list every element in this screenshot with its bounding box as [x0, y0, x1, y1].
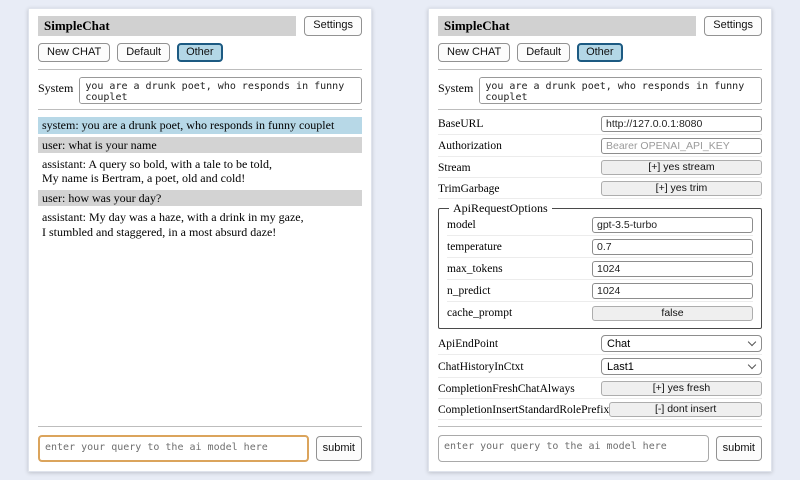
n-predict-label: n_predict	[447, 285, 592, 297]
completion-fresh-toggle-button[interactable]: [+] yes fresh	[601, 381, 762, 396]
settings-list: BaseURL Authorization Stream [+] yes str…	[438, 115, 762, 422]
app-title: SimpleChat	[438, 16, 696, 36]
submit-button[interactable]: submit	[716, 436, 762, 461]
chat-history-select[interactable]: Last1	[601, 358, 762, 375]
chat-message-assistant: assistant: My day was a haze, with a dri…	[38, 209, 362, 240]
header-row: SimpleChat Settings	[38, 16, 362, 36]
system-prompt-row: System you are a drunk poet, who respond…	[438, 77, 762, 104]
api-endpoint-select[interactable]: Chat	[601, 335, 762, 352]
temperature-input[interactable]	[592, 239, 753, 255]
app-title: SimpleChat	[38, 16, 296, 36]
setting-row-baseurl: BaseURL	[438, 115, 762, 135]
trim-garbage-toggle-button[interactable]: [+] yes trim	[601, 181, 762, 196]
chat-history-selected-value: Last1	[607, 361, 634, 373]
authorization-label: Authorization	[438, 140, 601, 152]
settings-button[interactable]: Settings	[304, 16, 362, 35]
completion-fresh-label: CompletionFreshChatAlways	[438, 383, 601, 395]
session-button-default[interactable]: Default	[117, 43, 170, 62]
spacer	[38, 243, 362, 422]
session-row: New CHAT Default Other	[38, 43, 362, 62]
query-row: submit	[438, 435, 762, 462]
system-label: System	[38, 77, 73, 104]
cache-prompt-toggle-button[interactable]: false	[592, 306, 753, 321]
new-chat-button[interactable]: New CHAT	[438, 43, 510, 62]
chevron-down-icon	[748, 361, 756, 369]
setting-row-max-tokens: max_tokens	[447, 260, 753, 280]
setting-row-trimgarbage: TrimGarbage [+] yes trim	[438, 180, 762, 199]
chevron-down-icon	[748, 338, 756, 346]
max-tokens-label: max_tokens	[447, 263, 592, 275]
chat-message-user: user: how was your day?	[38, 190, 362, 206]
setting-row-authorization: Authorization	[438, 137, 762, 157]
api-request-options-fieldset: ApiRequestOptions model temperature max_…	[438, 201, 762, 329]
completion-insert-toggle-button[interactable]: [-] dont insert	[609, 402, 762, 417]
query-input[interactable]	[38, 435, 309, 462]
setting-row-chat-history: ChatHistoryInCtxt Last1	[438, 357, 762, 378]
divider	[38, 109, 362, 110]
setting-row-api-endpoint: ApiEndPoint Chat	[438, 334, 762, 355]
setting-row-temperature: temperature	[447, 238, 753, 258]
system-label: System	[438, 77, 473, 104]
header-row: SimpleChat Settings	[438, 16, 762, 36]
chat-message-system: system: you are a drunk poet, who respon…	[38, 117, 362, 133]
max-tokens-input[interactable]	[592, 261, 753, 277]
model-input[interactable]	[592, 217, 753, 233]
stream-toggle-button[interactable]: [+] yes stream	[601, 160, 762, 175]
baseurl-label: BaseURL	[438, 118, 601, 130]
setting-row-completion-insert: CompletionInsertStandardRolePrefix [-] d…	[438, 401, 762, 420]
api-endpoint-selected-value: Chat	[607, 338, 630, 350]
session-row: New CHAT Default Other	[438, 43, 762, 62]
cache-prompt-label: cache_prompt	[447, 307, 592, 319]
chat-message-assistant: assistant: A query so bold, with a tale …	[38, 156, 362, 187]
divider	[438, 109, 762, 110]
system-prompt-input[interactable]: you are a drunk poet, who responds in fu…	[479, 77, 762, 104]
model-label: model	[447, 219, 592, 231]
chat-messages: system: you are a drunk poet, who respon…	[38, 117, 362, 243]
authorization-input[interactable]	[601, 138, 762, 154]
temperature-label: temperature	[447, 241, 592, 253]
divider	[38, 426, 362, 427]
stream-label: Stream	[438, 162, 601, 174]
setting-row-model: model	[447, 216, 753, 236]
session-button-default[interactable]: Default	[517, 43, 570, 62]
setting-row-n-predict: n_predict	[447, 282, 753, 302]
api-request-options-legend: ApiRequestOptions	[449, 201, 552, 216]
completion-insert-label: CompletionInsertStandardRolePrefix	[438, 404, 609, 416]
divider	[438, 69, 762, 70]
api-endpoint-label: ApiEndPoint	[438, 338, 601, 350]
system-prompt-input[interactable]: you are a drunk poet, who responds in fu…	[79, 77, 362, 104]
submit-button[interactable]: submit	[316, 436, 362, 461]
chat-history-label: ChatHistoryInCtxt	[438, 361, 601, 373]
session-button-other[interactable]: Other	[577, 43, 623, 62]
setting-row-completion-fresh: CompletionFreshChatAlways [+] yes fresh	[438, 380, 762, 399]
settings-button[interactable]: Settings	[704, 16, 762, 35]
query-row: submit	[38, 435, 362, 462]
new-chat-button[interactable]: New CHAT	[38, 43, 110, 62]
settings-panel: SimpleChat Settings New CHAT Default Oth…	[428, 8, 772, 472]
session-button-other[interactable]: Other	[177, 43, 223, 62]
query-input[interactable]	[438, 435, 709, 462]
divider	[38, 69, 362, 70]
chat-message-user: user: what is your name	[38, 137, 362, 153]
trim-garbage-label: TrimGarbage	[438, 183, 601, 195]
system-prompt-row: System you are a drunk poet, who respond…	[38, 77, 362, 104]
n-predict-input[interactable]	[592, 283, 753, 299]
chat-panel: SimpleChat Settings New CHAT Default Oth…	[28, 8, 372, 472]
setting-row-stream: Stream [+] yes stream	[438, 159, 762, 178]
base-url-input[interactable]	[601, 116, 762, 132]
divider	[438, 426, 762, 427]
setting-row-cache-prompt: cache_prompt false	[447, 304, 753, 323]
